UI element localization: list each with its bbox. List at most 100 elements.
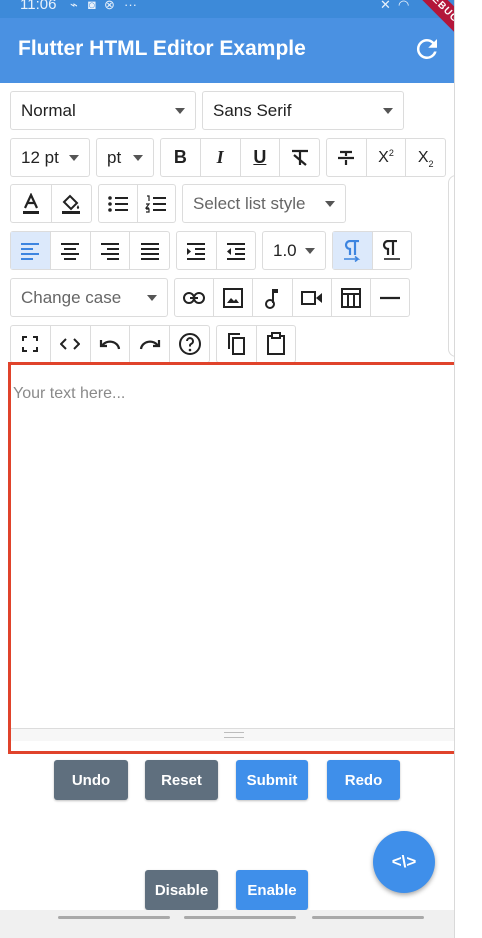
list-style-value: Select list style xyxy=(193,193,306,213)
font-unit-dropdown[interactable]: pt xyxy=(96,138,154,177)
status-bar: 11:06 ⌁ ◙ ⊗ ··· ✕ ◠ xyxy=(0,0,454,18)
align-left-button[interactable] xyxy=(11,232,51,269)
numbered-list-button[interactable] xyxy=(138,185,176,222)
alignment-group xyxy=(10,231,170,270)
underline-button[interactable]: U xyxy=(241,139,281,176)
notification-icon: ⌁ xyxy=(70,0,78,12)
change-case-dropdown[interactable]: Change case xyxy=(10,278,168,317)
app-bar: Flutter HTML Editor Example xyxy=(0,18,454,83)
app-title: Flutter HTML Editor Example xyxy=(18,37,306,60)
align-center-button[interactable] xyxy=(51,232,91,269)
submit-button[interactable]: Submit xyxy=(236,760,308,800)
italic-button[interactable]: I xyxy=(201,139,241,176)
list-style-dropdown[interactable]: Select list style xyxy=(182,184,346,223)
paint-bucket-icon xyxy=(62,194,81,214)
clipboard-icon xyxy=(266,332,285,355)
font-size-dropdown[interactable]: 12 pt xyxy=(10,138,90,177)
paragraph-style-dropdown[interactable]: Normal xyxy=(10,91,196,130)
superscript-button[interactable]: X2 xyxy=(367,139,407,176)
redo-toolbar-button[interactable] xyxy=(130,326,171,362)
rtl-paragraph-icon xyxy=(382,239,400,260)
outdent-button[interactable] xyxy=(217,232,256,269)
code-view-button[interactable] xyxy=(51,326,91,362)
status-time: 11:06 xyxy=(20,0,57,13)
fullscreen-button[interactable] xyxy=(11,326,51,362)
insert-table-button[interactable] xyxy=(332,279,371,316)
editor-area[interactable]: Your text here... xyxy=(8,362,454,754)
superscript-mark: 2 xyxy=(388,147,394,158)
list-group xyxy=(98,184,176,223)
align-right-button[interactable] xyxy=(91,232,131,269)
image-icon xyxy=(223,287,244,308)
align-justify-button[interactable] xyxy=(130,232,169,269)
more-dots: ··· xyxy=(124,0,137,12)
ltr-paragraph-icon xyxy=(344,239,361,262)
editor-resize-handle[interactable] xyxy=(11,728,454,741)
fullscreen-icon xyxy=(22,336,39,352)
align-left-icon xyxy=(21,242,40,260)
align-center-icon xyxy=(61,242,80,260)
insert-video-button[interactable] xyxy=(293,279,332,316)
system-nav-bar xyxy=(0,910,454,938)
strikethrough-button[interactable] xyxy=(327,139,367,176)
chevron-down-icon xyxy=(325,200,335,207)
phone-screen: 11:06 ⌁ ◙ ⊗ ··· ✕ ◠ Flutter HTML Editor … xyxy=(0,0,454,938)
line-height-dropdown[interactable]: 1.0 xyxy=(262,231,326,270)
outdent-icon xyxy=(226,242,245,260)
clear-format-icon xyxy=(291,149,308,166)
toggle-code-fab[interactable]: <\> xyxy=(373,831,435,893)
refresh-icon[interactable] xyxy=(412,34,442,64)
bullet-list-button[interactable] xyxy=(99,185,138,222)
help-button[interactable] xyxy=(170,326,209,362)
font-family-value: Sans Serif xyxy=(213,100,292,120)
copy-icon xyxy=(228,333,246,355)
editor-placeholder: Your text here... xyxy=(13,385,126,402)
insert-image-button[interactable] xyxy=(214,279,254,316)
help-icon xyxy=(178,333,201,355)
subscript-button[interactable]: X2 xyxy=(406,139,445,176)
font-color-button[interactable] xyxy=(11,185,52,222)
misc-group xyxy=(10,325,210,363)
disable-button[interactable]: Disable xyxy=(145,870,218,910)
indent-button[interactable] xyxy=(177,232,217,269)
insert-horizontal-rule-button[interactable] xyxy=(371,279,409,316)
clear-format-button[interactable] xyxy=(280,139,319,176)
code-icon xyxy=(60,338,81,350)
nav-recents-bar[interactable] xyxy=(312,916,424,919)
nav-back-bar[interactable] xyxy=(58,916,170,919)
align-justify-icon xyxy=(140,242,159,260)
enable-button[interactable]: Enable xyxy=(236,870,308,910)
game-icon: ◙ xyxy=(88,0,96,12)
align-right-icon xyxy=(100,242,119,260)
script-group: X2 X2 xyxy=(326,138,446,177)
font-family-dropdown[interactable]: Sans Serif xyxy=(202,91,404,130)
subscript-label: X xyxy=(417,148,429,166)
copy-button[interactable] xyxy=(217,326,257,362)
insert-link-button[interactable] xyxy=(175,279,215,316)
highlight-color-button[interactable] xyxy=(52,185,92,222)
undo-icon xyxy=(99,340,121,350)
font-size-value: 12 pt xyxy=(21,147,59,167)
rtl-direction-button[interactable] xyxy=(373,232,412,269)
line-height-value: 1.0 xyxy=(273,240,297,260)
undo-toolbar-button[interactable] xyxy=(91,326,131,362)
insert-audio-button[interactable] xyxy=(253,279,293,316)
paragraph-style-value: Normal xyxy=(21,100,76,120)
reset-button[interactable]: Reset xyxy=(145,760,218,800)
redo-button[interactable]: Redo xyxy=(327,760,400,800)
nav-home-bar[interactable] xyxy=(184,916,296,919)
paste-button[interactable] xyxy=(257,326,296,362)
xbox-icon: ⊗ xyxy=(104,0,115,12)
chevron-down-icon xyxy=(305,247,315,254)
change-case-value: Change case xyxy=(21,287,122,307)
bold-button[interactable]: B xyxy=(161,139,201,176)
ltr-direction-button[interactable] xyxy=(333,232,373,269)
undo-button[interactable]: Undo xyxy=(54,760,128,800)
chevron-down-icon xyxy=(69,154,79,161)
link-icon xyxy=(183,291,206,304)
wifi-icon: ◠ xyxy=(398,0,410,12)
bullet-list-icon xyxy=(107,195,128,212)
superscript-label: X xyxy=(378,148,389,166)
text-direction-group xyxy=(332,231,412,270)
resize-grip-icon xyxy=(223,732,244,738)
